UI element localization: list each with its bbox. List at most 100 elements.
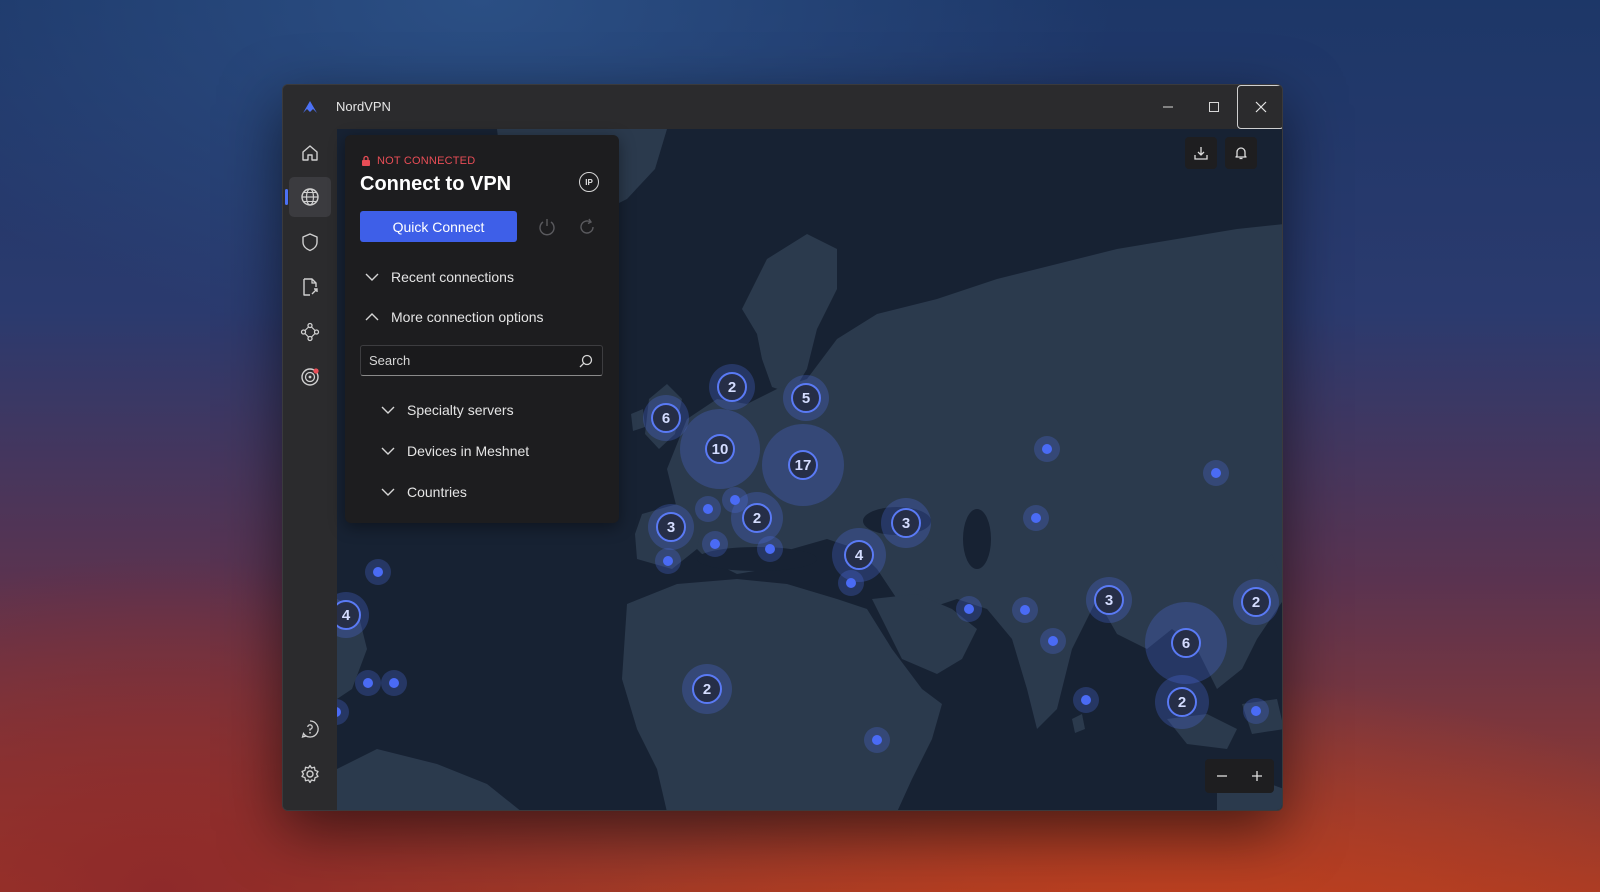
server-dot <box>872 735 882 745</box>
server-dot <box>1081 695 1091 705</box>
close-button[interactable] <box>1237 85 1282 129</box>
nav-map[interactable] <box>285 177 331 217</box>
server-location[interactable] <box>722 487 748 513</box>
server-cluster[interactable]: 10 <box>680 409 760 489</box>
devices-in-meshnet-label: Devices in Meshnet <box>407 443 530 459</box>
minimize-button[interactable] <box>1145 85 1191 129</box>
download-button[interactable] <box>1185 137 1217 169</box>
server-cluster[interactable]: 17 <box>762 424 844 506</box>
server-location[interactable] <box>702 531 728 557</box>
nav-meshnet[interactable] <box>289 312 331 352</box>
reconnect-button[interactable] <box>575 215 599 239</box>
lock-icon <box>362 155 370 166</box>
server-location[interactable] <box>1012 597 1038 623</box>
cluster-count: 2 <box>692 674 722 704</box>
server-cluster[interactable]: 2 <box>1233 579 1279 625</box>
panel-title: Connect to VPN <box>360 173 512 195</box>
server-dot <box>703 504 713 514</box>
server-dot <box>1042 444 1052 454</box>
ip-label: IP <box>585 177 593 187</box>
server-location[interactable] <box>695 496 721 522</box>
server-location[interactable] <box>1243 698 1269 724</box>
server-cluster[interactable]: 5 <box>783 375 829 421</box>
cluster-count: 2 <box>717 372 747 402</box>
dark-web-monitor-icon <box>301 368 319 386</box>
server-dot <box>1048 636 1058 646</box>
server-location[interactable] <box>757 536 783 562</box>
nav-settings[interactable] <box>289 754 331 794</box>
server-location[interactable] <box>655 548 681 574</box>
cluster-count: 4 <box>844 540 874 570</box>
search-placeholder: Search <box>369 353 411 368</box>
nav-home[interactable] <box>289 133 331 173</box>
server-dot <box>710 539 720 549</box>
more-options-label: More connection options <box>391 309 544 325</box>
cluster-count: 6 <box>1171 628 1201 658</box>
server-location[interactable] <box>381 670 407 696</box>
server-cluster[interactable]: 2 <box>709 364 755 410</box>
server-location[interactable] <box>838 570 864 596</box>
nav-dark-web-monitor[interactable] <box>289 357 331 397</box>
server-dot <box>1251 706 1261 716</box>
bell-icon <box>1235 147 1247 160</box>
search-icon <box>579 354 593 368</box>
server-location[interactable] <box>355 670 381 696</box>
cluster-count: 2 <box>1167 687 1197 717</box>
server-location[interactable] <box>1203 460 1229 486</box>
nav-threat-protection[interactable] <box>289 222 331 262</box>
server-dot <box>389 678 399 688</box>
window-title: NordVPN <box>336 99 391 114</box>
chevron-up-icon <box>365 313 379 321</box>
server-dot <box>373 567 383 577</box>
recent-connections-toggle[interactable]: Recent connections <box>365 269 514 285</box>
server-cluster[interactable]: 3 <box>1086 577 1132 623</box>
search-input[interactable]: Search <box>360 345 603 376</box>
nav-file-share[interactable] <box>289 267 331 307</box>
connection-panel: NOT CONNECTED Connect to VPN IP Quick Co… <box>345 135 619 523</box>
specialty-servers-item[interactable]: Specialty servers <box>381 402 514 418</box>
server-cluster[interactable]: 6 <box>1145 602 1227 684</box>
power-icon <box>539 219 555 236</box>
chevron-down-icon <box>381 447 395 455</box>
server-cluster[interactable]: 3 <box>648 504 694 550</box>
server-location[interactable] <box>1040 628 1066 654</box>
server-location[interactable] <box>1034 436 1060 462</box>
countries-item[interactable]: Countries <box>381 484 467 500</box>
server-location[interactable] <box>365 559 391 585</box>
notifications-button[interactable] <box>1225 137 1257 169</box>
server-location[interactable] <box>956 596 982 622</box>
server-location[interactable] <box>864 727 890 753</box>
globe-icon <box>301 188 319 206</box>
zoom-in-button[interactable] <box>1240 759 1275 793</box>
shield-icon <box>302 233 318 252</box>
server-dot <box>846 578 856 588</box>
maximize-button[interactable] <box>1191 85 1237 129</box>
cluster-count: 2 <box>742 503 772 533</box>
server-dot <box>964 604 974 614</box>
cluster-count: 10 <box>705 434 735 464</box>
chevron-down-icon <box>381 406 395 414</box>
zoom-out-button[interactable] <box>1205 759 1240 793</box>
server-dot <box>1020 605 1030 615</box>
minimize-icon <box>1163 106 1173 108</box>
nav-help[interactable] <box>289 709 331 749</box>
file-share-icon <box>303 278 318 296</box>
refresh-icon <box>580 218 594 234</box>
server-location[interactable] <box>1023 505 1049 531</box>
cluster-count: 5 <box>791 383 821 413</box>
ip-info-button[interactable]: IP <box>579 172 599 192</box>
download-icon <box>1194 147 1208 160</box>
disconnect-button[interactable] <box>535 215 559 239</box>
title-bar: NordVPN <box>283 85 1282 129</box>
server-cluster[interactable]: 2 <box>682 664 732 714</box>
close-icon <box>1255 101 1266 113</box>
server-cluster[interactable]: 2 <box>1155 675 1209 729</box>
recent-connections-label: Recent connections <box>391 269 514 285</box>
server-cluster[interactable]: 3 <box>881 498 931 548</box>
devices-in-meshnet-item[interactable]: Devices in Meshnet <box>381 443 529 459</box>
server-dot <box>730 495 740 505</box>
more-options-toggle[interactable]: More connection options <box>365 309 544 325</box>
server-location[interactable] <box>1073 687 1099 713</box>
quick-connect-button[interactable]: Quick Connect <box>360 211 517 242</box>
server-dot <box>363 678 373 688</box>
